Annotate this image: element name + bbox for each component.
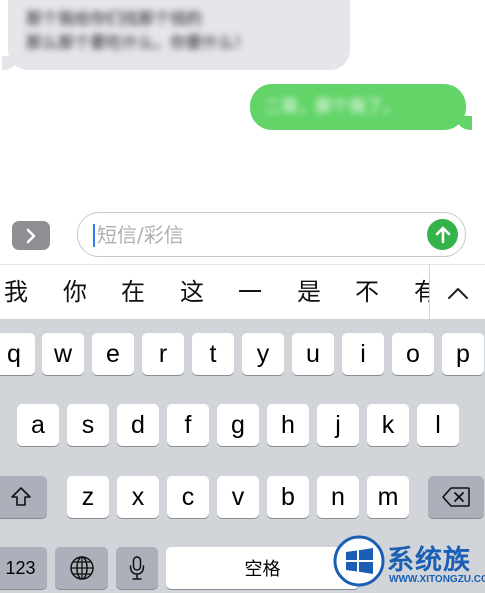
chevron-right-icon: [26, 228, 36, 243]
outgoing-message-text: 二哥，那个我了。: [264, 97, 400, 117]
candidate-word[interactable]: 不: [355, 275, 379, 309]
key-t[interactable]: t: [192, 333, 234, 375]
key-z[interactable]: z: [67, 476, 109, 518]
key-d[interactable]: d: [117, 404, 159, 446]
key-label: a: [31, 410, 45, 439]
watermark-brand: 系统族: [387, 545, 471, 576]
space-key-label: 空格: [244, 559, 281, 580]
key-label: s: [81, 410, 95, 439]
key-label: x: [131, 482, 145, 511]
key-i[interactable]: i: [342, 333, 384, 375]
key-label: b: [281, 482, 295, 511]
candidate-expand-button[interactable]: [429, 265, 485, 320]
key-label: l: [435, 410, 441, 439]
candidate-word[interactable]: 你: [63, 275, 87, 309]
delete-key[interactable]: [428, 476, 484, 518]
key-label: j: [335, 410, 341, 439]
candidate-word[interactable]: 是: [297, 275, 321, 309]
message-input[interactable]: 短信/彩信: [77, 212, 466, 257]
candidate-word[interactable]: 一: [238, 275, 262, 309]
message-input-placeholder: 短信/彩信: [97, 223, 184, 247]
key-b[interactable]: b: [267, 476, 309, 518]
key-n[interactable]: n: [317, 476, 359, 518]
key-label: c: [181, 482, 195, 511]
watermark: 系统族 WWW.XITONGZU.COM: [331, 532, 485, 593]
key-a[interactable]: a: [17, 404, 59, 446]
key-m[interactable]: m: [367, 476, 409, 518]
text-caret: [93, 224, 95, 247]
key-label: g: [231, 410, 245, 439]
globe-icon: [69, 556, 94, 580]
key-label: i: [360, 339, 366, 368]
candidate-word[interactable]: 这: [180, 275, 204, 309]
apps-expand-button[interactable]: [12, 221, 50, 250]
key-s[interactable]: s: [67, 404, 109, 446]
key-label: f: [184, 410, 192, 439]
key-o[interactable]: o: [392, 333, 434, 375]
key-label: m: [377, 482, 399, 511]
key-label: y: [256, 339, 270, 368]
key-f[interactable]: f: [167, 404, 209, 446]
key-x[interactable]: x: [117, 476, 159, 518]
key-y[interactable]: y: [242, 333, 284, 375]
chevron-up-icon: [447, 287, 468, 299]
microphone-icon: [129, 556, 145, 580]
key-h[interactable]: h: [267, 404, 309, 446]
candidate-word[interactable]: 我: [4, 275, 28, 309]
key-k[interactable]: k: [367, 404, 409, 446]
dictation-key[interactable]: [116, 547, 158, 589]
key-label: r: [158, 339, 168, 368]
key-label: q: [7, 339, 21, 368]
key-label: e: [106, 339, 120, 368]
key-q[interactable]: q: [0, 333, 35, 375]
key-label: h: [281, 410, 295, 439]
send-button[interactable]: [427, 219, 458, 250]
key-l[interactable]: l: [417, 404, 459, 446]
candidate-word-partial[interactable]: 有: [414, 275, 430, 309]
key-label: n: [331, 482, 345, 511]
arrow-up-icon: [435, 226, 450, 243]
key-g[interactable]: g: [217, 404, 259, 446]
incoming-message-line-2: 那么那个要吃什么，你要什么！: [26, 33, 251, 52]
key-label: k: [381, 410, 395, 439]
incoming-message-bubble[interactable]: 那个我给你们找那个钱的 那么那个要吃什么，你要什么！: [2, 0, 350, 70]
key-j[interactable]: j: [317, 404, 359, 446]
incoming-message-line-1: 那个我给你们找那个钱的: [26, 9, 203, 28]
windows-logo-icon: [333, 535, 385, 587]
key-e[interactable]: e: [92, 333, 134, 375]
key-label: d: [131, 410, 145, 439]
numbers-key-label: 123: [5, 557, 36, 578]
key-w[interactable]: w: [42, 333, 84, 375]
shift-icon: [10, 487, 31, 506]
key-u[interactable]: u: [292, 333, 334, 375]
shift-key[interactable]: [0, 476, 47, 518]
watermark-url: WWW.XITONGZU.COM: [389, 574, 485, 585]
key-label: v: [231, 482, 245, 511]
key-c[interactable]: c: [167, 476, 209, 518]
key-r[interactable]: r: [142, 333, 184, 375]
delete-icon: [442, 487, 470, 507]
key-label: o: [406, 339, 420, 368]
candidate-bar: 我 你 在 这 一 是 不 有: [0, 264, 485, 320]
outgoing-message-bubble[interactable]: 二哥，那个我了。: [250, 84, 472, 130]
key-label: p: [456, 339, 470, 368]
candidate-word[interactable]: 在: [121, 275, 145, 309]
key-v[interactable]: v: [217, 476, 259, 518]
numbers-key[interactable]: 123: [0, 547, 47, 589]
key-label: w: [53, 339, 73, 368]
globe-key[interactable]: [55, 547, 108, 589]
key-label: z: [81, 482, 95, 511]
key-label: t: [209, 339, 217, 368]
key-label: u: [306, 339, 320, 368]
key-p[interactable]: p: [442, 333, 484, 375]
